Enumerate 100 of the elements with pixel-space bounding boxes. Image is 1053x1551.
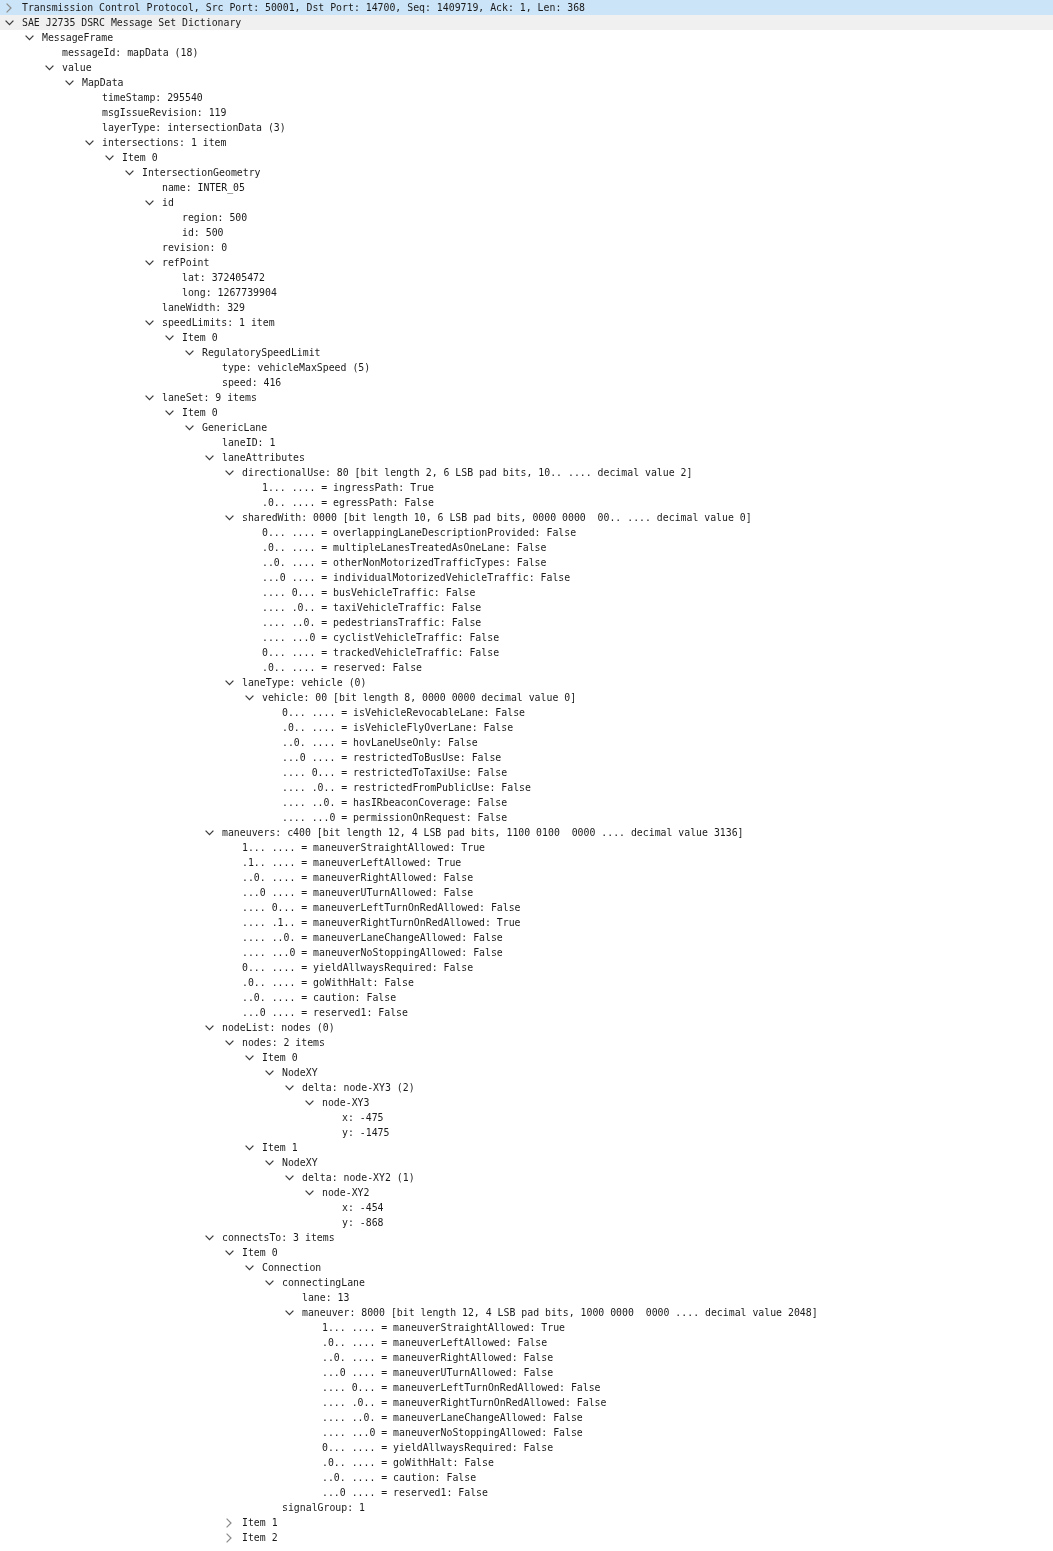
selected-row[interactable]: Transmission Control Protocol, Src Port: 50001, Dst Port: 14700, Seq: 1409719, Ack: 1, Len: 368 — [0, 0, 1053, 15]
tree-item-label[interactable]: ..0. .... = otherNonMotorizedTrafficTypes: False — [262, 555, 547, 570]
chevron-down-icon[interactable] — [145, 394, 154, 401]
tree-item-label[interactable]: intersections: 1 item — [102, 135, 227, 150]
tree-item-label[interactable]: x: -454 — [342, 1200, 384, 1215]
tree-item-label[interactable]: Item 0 — [182, 405, 218, 420]
tree-item-label[interactable]: ..0. .... = caution: False — [322, 1470, 477, 1485]
chevron-down-icon[interactable] — [265, 1279, 274, 1286]
chevron-down-icon[interactable] — [85, 139, 94, 146]
tree-item-label[interactable]: IntersectionGeometry — [142, 165, 261, 180]
tree-item-label[interactable]: sharedWith: 0000 [bit length 10, 6 LSB pad bits, 0000 0000 00.. .... decimal value 0] — [242, 510, 752, 525]
chevron-down-icon[interactable] — [205, 454, 214, 461]
chevron-right-icon[interactable] — [6, 2, 12, 13]
tree-item-label[interactable]: Item 0 — [262, 1050, 298, 1065]
chevron-down-icon[interactable] — [245, 694, 254, 701]
tree-item-label[interactable]: .... ...0 = maneuverNoStoppingAllowed: False — [242, 945, 503, 960]
tree-item-label[interactable]: directionalUse: 80 [bit length 2, 6 LSB pad bits, 10.. .... decimal value 2] — [242, 465, 693, 480]
tree-item-label[interactable]: nodeList: nodes (0) — [222, 1020, 335, 1035]
tree-item-label[interactable]: .0.. .... = maneuverLeftAllowed: False — [322, 1335, 548, 1350]
chevron-down-icon[interactable] — [185, 424, 194, 431]
chevron-down-icon[interactable] — [185, 349, 194, 356]
tree-item-label[interactable]: .... ..0. = maneuverLaneChangeAllowed: False — [322, 1410, 583, 1425]
tree-item-label[interactable]: .0.. .... = goWithHalt: False — [242, 975, 414, 990]
tree-item-label[interactable]: .... .1.. = maneuverRightTurnOnRedAllowed: True — [242, 915, 521, 930]
tree-item-label[interactable]: connectsTo: 3 items — [222, 1230, 335, 1245]
chevron-down-icon[interactable] — [205, 829, 214, 836]
chevron-down-icon[interactable] — [45, 64, 54, 71]
tree-item-label[interactable]: name: INTER_05 — [162, 180, 245, 195]
tree-item-label[interactable]: MessageFrame — [42, 30, 114, 45]
tree-item-label[interactable]: .... 0... = busVehicleTraffic: False — [262, 585, 476, 600]
chevron-down-icon[interactable] — [305, 1189, 314, 1196]
tree-item-label[interactable]: lane: 13 — [302, 1290, 350, 1305]
tree-item-label[interactable]: ...0 .... = maneuverUTurnAllowed: False — [322, 1365, 554, 1380]
tree-item-label[interactable]: .... 0... = maneuverLeftTurnOnRedAllowed: False — [322, 1380, 601, 1395]
tree-item-label[interactable]: ...0 .... = individualMotorizedVehicleTraffic: False — [262, 570, 571, 585]
tree-item-label[interactable]: ...0 .... = reserved1: False — [322, 1485, 488, 1500]
tree-item-label[interactable]: speed: 416 — [222, 375, 282, 390]
tree-item-label[interactable]: laneType: vehicle (0) — [242, 675, 367, 690]
tree-item-label[interactable]: RegulatorySpeedLimit — [202, 345, 321, 360]
tree-item-label[interactable]: ...0 .... = restrictedToBusUse: False — [282, 750, 502, 765]
tree-item-label[interactable]: NodeXY — [282, 1155, 318, 1170]
tree-item-label[interactable]: .... ..0. = maneuverLaneChangeAllowed: False — [242, 930, 503, 945]
chevron-down-icon[interactable] — [285, 1174, 294, 1181]
tree-item-label[interactable]: ..0. .... = caution: False — [242, 990, 397, 1005]
tree-item-label[interactable]: Item 2 — [242, 1530, 278, 1545]
tree-item-label[interactable]: revision: 0 — [162, 240, 228, 255]
tree-item-label[interactable]: .0.. .... = reserved: False — [262, 660, 422, 675]
tree-item-label[interactable]: Item 0 — [182, 330, 218, 345]
chevron-down-icon[interactable] — [245, 1264, 254, 1271]
tree-item-label[interactable]: long: 1267739904 — [182, 285, 277, 300]
highlighted-row[interactable]: SAE J2735 DSRC Message Set Dictionary — [0, 15, 1053, 30]
tree-item-label[interactable]: id: 500 — [182, 225, 224, 240]
chevron-down-icon[interactable] — [265, 1159, 274, 1166]
tree-item-label[interactable]: messageId: mapData (18) — [62, 45, 199, 60]
tree-item-label[interactable]: ..0. .... = maneuverRightAllowed: False — [322, 1350, 554, 1365]
tree-item-label[interactable]: lat: 372405472 — [182, 270, 265, 285]
tree-item-label[interactable]: 0... .... = isVehicleRevocableLane: False — [282, 705, 525, 720]
tree-item-label[interactable]: maneuver: 8000 [bit length 12, 4 LSB pad bits, 1000 0000 0000 .... decimal value 2048] — [302, 1305, 818, 1320]
tree-item-label[interactable]: ..0. .... = hovLaneUseOnly: False — [282, 735, 478, 750]
tree-item-label[interactable]: layerType: intersectionData (3) — [102, 120, 286, 135]
tree-item-label[interactable]: Item 1 — [262, 1140, 298, 1155]
tree-item-label[interactable]: 0... .... = yieldAllwaysRequired: False — [242, 960, 474, 975]
tree-item-label[interactable]: .... ..0. = pedestriansTraffic: False — [262, 615, 482, 630]
tree-item-label[interactable]: ..0. .... = maneuverRightAllowed: False — [242, 870, 474, 885]
tree-item-label[interactable]: .... ...0 = maneuverNoStoppingAllowed: False — [322, 1425, 583, 1440]
tree-item-label[interactable]: .0.. .... = multipleLanesTreatedAsOneLane: False — [262, 540, 547, 555]
tree-item-label[interactable]: connectingLane — [282, 1275, 365, 1290]
tree-item-label[interactable]: .1.. .... = maneuverLeftAllowed: True — [242, 855, 462, 870]
tree-item-label[interactable]: ...0 .... = maneuverUTurnAllowed: False — [242, 885, 474, 900]
tree-item-label[interactable]: laneWidth: 329 — [162, 300, 245, 315]
tree-item-label[interactable]: node-XY3 — [322, 1095, 370, 1110]
tree-item-label[interactable]: Item 1 — [242, 1515, 278, 1530]
chevron-down-icon[interactable] — [225, 514, 234, 521]
tree-item-label[interactable]: laneSet: 9 items — [162, 390, 257, 405]
tree-item-label[interactable]: MapData — [82, 75, 124, 90]
tree-item-label[interactable]: maneuvers: c400 [bit length 12, 4 LSB pad bits, 1100 0100 0000 .... decimal value 3136] — [222, 825, 744, 840]
chevron-down-icon[interactable] — [125, 169, 134, 176]
tree-item-label[interactable]: .... .0.. = taxiVehicleTraffic: False — [262, 600, 482, 615]
tree-item-label[interactable]: timeStamp: 295540 — [102, 90, 203, 105]
chevron-down-icon[interactable] — [305, 1099, 314, 1106]
chevron-down-icon[interactable] — [25, 34, 34, 41]
tree-item-label[interactable]: nodes: 2 items — [242, 1035, 325, 1050]
tree-item-label[interactable]: node-XY2 — [322, 1185, 370, 1200]
tree-item-label[interactable]: y: -1475 — [342, 1125, 390, 1140]
tree-item-label[interactable]: .... ...0 = permissionOnRequest: False — [282, 810, 508, 825]
tree-item-label[interactable]: region: 500 — [182, 210, 248, 225]
tree-item-label[interactable]: ...0 .... = reserved1: False — [242, 1005, 408, 1020]
tree-item-label[interactable]: NodeXY — [282, 1065, 318, 1080]
chevron-down-icon[interactable] — [285, 1084, 294, 1091]
tree-item-label[interactable]: .0.. .... = isVehicleFlyOverLane: False — [282, 720, 514, 735]
tree-item-label[interactable]: vehicle: 00 [bit length 8, 0000 0000 decimal value 0] — [262, 690, 577, 705]
tree-item-label[interactable]: 1... .... = maneuverStraightAllowed: True — [242, 840, 485, 855]
chevron-down-icon[interactable] — [225, 1249, 234, 1256]
tree-item-label[interactable]: .0.. .... = goWithHalt: False — [322, 1455, 494, 1470]
tree-item-label[interactable]: .... 0... = restrictedToTaxiUse: False — [282, 765, 508, 780]
tree-item-label[interactable]: 0... .... = overlappingLaneDescriptionProvided: False — [262, 525, 577, 540]
tree-item-label[interactable]: .... ...0 = cyclistVehicleTraffic: False — [262, 630, 500, 645]
chevron-right-icon[interactable] — [226, 1532, 232, 1543]
tree-item-label[interactable]: Item 0 — [242, 1245, 278, 1260]
tree-item-label[interactable]: GenericLane — [202, 420, 268, 435]
